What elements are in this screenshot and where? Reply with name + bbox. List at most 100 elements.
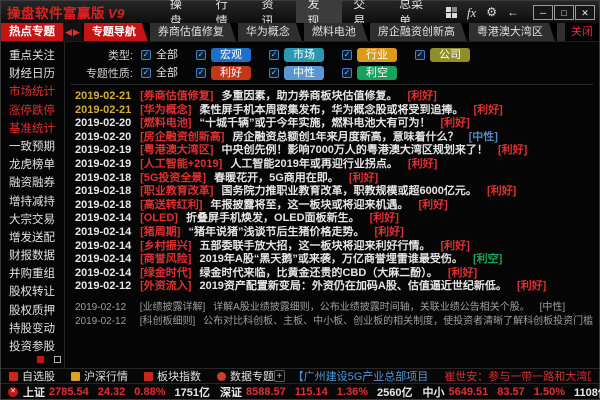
toolbar-item[interactable]: 板块指数 bbox=[144, 368, 201, 384]
filter-option-label[interactable]: 利空 bbox=[357, 66, 397, 80]
toolbar-item[interactable]: 数据专题 bbox=[217, 368, 274, 384]
news-sentiment-tag: [利好] bbox=[370, 212, 399, 224]
filter-option-label[interactable]: 利好 bbox=[211, 66, 251, 80]
checkbox-icon[interactable]: ✓ bbox=[141, 50, 151, 60]
filter-option[interactable]: ✓ 利空 bbox=[342, 66, 397, 80]
filter-option[interactable]: ✓ 全部 bbox=[141, 66, 178, 80]
news-item[interactable]: 2019-02-14 [商誉风险] 2019年A股“黑天鹅”或来袭，万亿商誉埋雷… bbox=[75, 253, 593, 267]
news-item[interactable]: 2019-02-14 [绿金时代] 绿金时代来临，比黄金还贵的CBD（大麻二酚）… bbox=[75, 267, 593, 281]
sidebar-item[interactable]: 市场统计 bbox=[1, 83, 64, 101]
news-item[interactable]: 2019-02-12 [外资流入] 2019资产配置新变局：外资仍在加码A股、估… bbox=[75, 280, 593, 294]
close-tab-button[interactable]: 关闭 bbox=[565, 23, 599, 41]
sidebar-item[interactable]: 融资融券 bbox=[1, 174, 64, 192]
checkbox-icon[interactable]: ✓ bbox=[415, 50, 425, 60]
maximize-button[interactable]: □ bbox=[554, 5, 574, 20]
filter-option[interactable]: ✓ 宏观 bbox=[196, 48, 251, 62]
topic-tab[interactable]: 人工智能+2019 bbox=[557, 23, 565, 41]
topic-tab[interactable]: 券商估值修复 bbox=[150, 23, 236, 41]
sidebar-item[interactable]: 龙虎榜单 bbox=[1, 156, 64, 174]
news-ticker-blue[interactable]: 【广州建设5G产业总部项目 bbox=[293, 368, 429, 384]
sidebar-item[interactable]: 大宗交易 bbox=[1, 211, 64, 229]
index-quote[interactable]: 深证 8588.57 115.14 1.36% 2560亿 bbox=[220, 384, 413, 400]
index-quote[interactable]: 中小 5649.51 83.57 1.50% 1108亿 bbox=[422, 384, 600, 400]
divider bbox=[71, 84, 593, 85]
topic-tab[interactable]: 华为概念 bbox=[238, 23, 302, 41]
topic-tab[interactable]: 专题导航 bbox=[84, 23, 148, 41]
close-button[interactable]: ✕ bbox=[575, 5, 595, 20]
back-arrow-icon[interactable]: ← bbox=[507, 6, 519, 18]
sidebar-item[interactable]: 股权转让 bbox=[1, 283, 64, 301]
filter-option[interactable]: ✓ 中性 bbox=[269, 66, 324, 80]
sidebar-item[interactable]: 重点关注 bbox=[1, 47, 64, 65]
news-item[interactable]: 2019-02-12 [业绩披露详解] 详解A股业绩披露细则，公布业绩披露时间轴… bbox=[75, 301, 593, 315]
page-dot-active[interactable] bbox=[37, 356, 44, 363]
prev-arrow-icon[interactable]: ◀ bbox=[65, 28, 72, 37]
news-item[interactable]: 2019-02-12 [科创板细则] 公布对比科创板、主板、中小板、创业板的相关… bbox=[75, 315, 593, 329]
news-item[interactable]: 2019-02-20 [燃料电池] “十城千辆”或于今年实施，燃料电池大有可为！… bbox=[75, 117, 593, 131]
news-ticker-red[interactable]: 崔世安：参与一带一路和大湾区可使澳 bbox=[444, 368, 591, 384]
checkbox-icon[interactable]: ✓ bbox=[342, 68, 352, 78]
news-item[interactable]: 2019-02-20 [房企融资创新高] 房企融资总额创1年来月度新高，意味着什… bbox=[75, 131, 593, 145]
news-date: 2019-02-14 bbox=[75, 226, 137, 240]
news-item[interactable]: 2019-02-14 [OLED] 折叠屏手机焕发，OLED面板新生。 [利好] bbox=[75, 212, 593, 226]
filter-option[interactable]: ✓ 全部 bbox=[141, 48, 178, 62]
sidebar-item[interactable]: 并购重组 bbox=[1, 265, 64, 283]
news-item[interactable]: 2019-02-19 [粤港澳大湾区] 中央创先例！影响7000万人的粤港澳大湾… bbox=[75, 144, 593, 158]
news-item[interactable]: 2019-02-18 [高送转红利] 年报披露将至，这一板块或将迎来机遇。 [利… bbox=[75, 199, 593, 213]
filter-option-label[interactable]: 全部 bbox=[156, 48, 178, 62]
news-item[interactable]: 2019-02-19 [人工智能+2019] 人工智能2019年或再迎行业拐点。… bbox=[75, 158, 593, 172]
stop-icon[interactable]: ✕ bbox=[8, 387, 18, 397]
sidebar-item[interactable]: 股权质押 bbox=[1, 302, 64, 320]
minimize-button[interactable]: ─ bbox=[533, 5, 553, 20]
add-panel-button[interactable]: + bbox=[274, 370, 285, 382]
topic-tab[interactable]: 房企融资创新高 bbox=[370, 23, 467, 41]
news-headline: 绿金时代来临，比黄金还贵的CBD（大麻二酚）。 bbox=[199, 267, 437, 279]
index-quote[interactable]: 上证 2785.54 24.32 0.88% 1751亿 bbox=[23, 384, 210, 400]
sidebar-item[interactable]: 一致预期 bbox=[1, 138, 64, 156]
filter-option-label[interactable]: 行业 bbox=[357, 48, 397, 62]
titlebar-icons: fx ⚙ ← ─ □ ✕ bbox=[446, 5, 595, 20]
news-item[interactable]: 2019-02-14 [猪周期] “猪年说猪”浅谈节后生猪价格走势。 [利好] bbox=[75, 226, 593, 240]
gear-icon[interactable]: ⚙ bbox=[486, 6, 497, 18]
filter-option-label[interactable]: 宏观 bbox=[211, 48, 251, 62]
checkbox-icon[interactable]: ✓ bbox=[269, 50, 279, 60]
sidebar-item[interactable]: 增发送配 bbox=[1, 229, 64, 247]
check-mark-icon: ✓ bbox=[143, 69, 150, 77]
news-item[interactable]: 2019-02-14 [乡村振兴] 五部委联手放大招，这一板块将迎来利好行情。 … bbox=[75, 240, 593, 254]
filter-option[interactable]: ✓ 利好 bbox=[196, 66, 251, 80]
sidebar-item[interactable]: 基准统计 bbox=[1, 120, 64, 138]
checkbox-icon[interactable]: ✓ bbox=[196, 50, 206, 60]
news-item[interactable]: 2019-02-21 [券商估值修复] 多重因素，助力券商板块估值修复。 [利好… bbox=[75, 90, 593, 104]
news-item[interactable]: 2019-02-18 [职业教育改革] 国务院力推职业教育改革，职教规模或超60… bbox=[75, 185, 593, 199]
news-item[interactable]: 2019-02-21 [华为概念] 柔性屏手机本周密集发布，华为概念股或将受到追… bbox=[75, 104, 593, 118]
index-volume: 1108亿 bbox=[574, 384, 600, 400]
checkbox-icon[interactable]: ✓ bbox=[141, 68, 151, 78]
hot-topics-label[interactable]: 热点专题 bbox=[1, 23, 63, 41]
sidebar-item[interactable]: 增持减持 bbox=[1, 193, 64, 211]
filter-option-label[interactable]: 全部 bbox=[156, 66, 178, 80]
topic-tab[interactable]: 燃料电池 bbox=[304, 23, 368, 41]
filter-option-label[interactable]: 中性 bbox=[284, 66, 324, 80]
filter-option[interactable]: ✓ 公司 bbox=[415, 48, 470, 62]
checkbox-icon[interactable]: ✓ bbox=[196, 68, 206, 78]
sidebar-item[interactable]: 财经日历 bbox=[1, 65, 64, 83]
toolbar-item[interactable]: 沪深行情 bbox=[71, 368, 128, 384]
toolbar-item[interactable]: 自选股 bbox=[9, 368, 55, 384]
sidebar-item[interactable]: 财报数据 bbox=[1, 247, 64, 265]
sidebar-item[interactable]: 涨停跌停 bbox=[1, 102, 64, 120]
page-dot[interactable] bbox=[54, 356, 61, 363]
news-date: 2019-02-14 bbox=[75, 253, 137, 267]
sidebar-item[interactable]: 持股变动 bbox=[1, 320, 64, 338]
checkbox-icon[interactable]: ✓ bbox=[269, 68, 279, 78]
topic-tab[interactable]: 粤港澳大湾区 bbox=[469, 23, 555, 41]
sidebar-item[interactable]: 投资参股 bbox=[1, 338, 64, 356]
filter-option-label[interactable]: 公司 bbox=[430, 48, 470, 62]
layout-grid-icon[interactable] bbox=[446, 7, 457, 18]
formula-fx-icon[interactable]: fx bbox=[467, 6, 476, 19]
news-item[interactable]: 2019-02-18 [5G投资全景] 春暖花开，5G商用在即。 [利好] bbox=[75, 172, 593, 186]
filter-option-label[interactable]: 市场 bbox=[284, 48, 324, 62]
filter-option[interactable]: ✓ 行业 bbox=[342, 48, 397, 62]
checkbox-icon[interactable]: ✓ bbox=[342, 50, 352, 60]
next-arrow-icon[interactable]: ▶ bbox=[73, 28, 80, 37]
filter-option[interactable]: ✓ 市场 bbox=[269, 48, 324, 62]
